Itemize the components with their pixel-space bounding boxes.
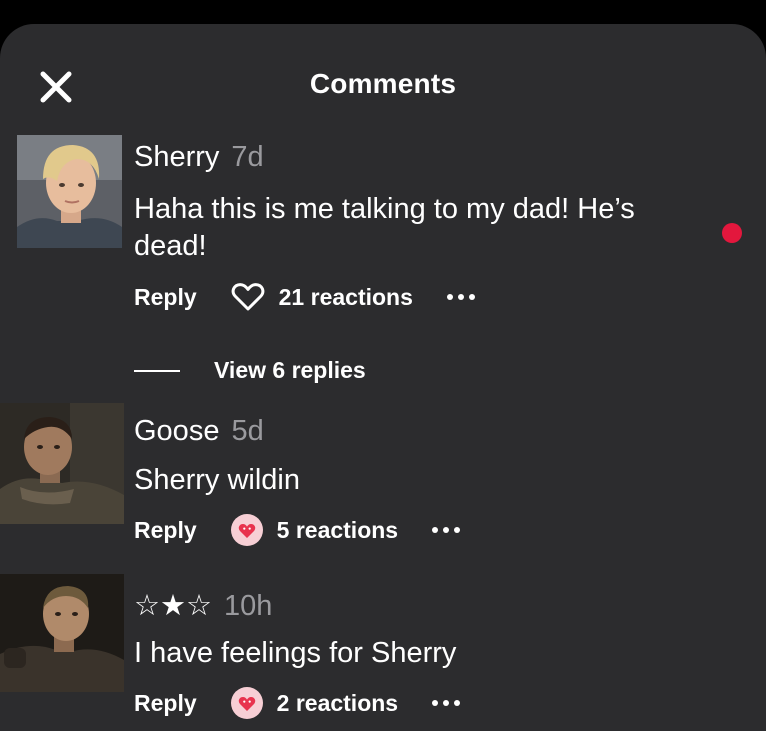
reaction-count[interactable]: 5 reactions	[277, 517, 398, 544]
author-name[interactable]: ☆★☆	[134, 590, 212, 622]
dot	[446, 294, 453, 300]
comment-age: 10h	[224, 590, 273, 622]
heart-outline-icon[interactable]	[231, 282, 265, 312]
divider-line	[134, 369, 180, 372]
reply-button[interactable]: Reply	[134, 690, 197, 717]
comment-header: Sherry 7d	[134, 141, 264, 174]
more-options-button[interactable]	[446, 294, 475, 300]
comment-header: Goose 5d	[134, 415, 264, 448]
dot	[443, 527, 450, 533]
dot	[457, 294, 464, 300]
avatar-third-user[interactable]	[0, 574, 124, 692]
dot	[468, 294, 475, 300]
dot	[454, 527, 461, 533]
reaction-count[interactable]: 2 reactions	[277, 690, 398, 717]
author-name[interactable]: Sherry	[134, 141, 219, 173]
more-options-button[interactable]	[432, 700, 461, 706]
dot	[454, 700, 461, 706]
reaction-count[interactable]: 21 reactions	[279, 284, 413, 311]
dot	[443, 700, 450, 706]
heart-badge-icon[interactable]	[230, 687, 263, 719]
comment-header: ☆★☆ 10h	[134, 588, 272, 623]
view-replies-button[interactable]: View 6 replies	[134, 357, 366, 384]
comment-actions: Reply 21 reactions	[134, 280, 475, 314]
comment-text-line: dead!	[134, 230, 207, 262]
comment-age: 7d	[231, 141, 264, 173]
comment-text-line: Haha this is me talking to my dad! He’s	[134, 193, 635, 225]
comment-text: Haha this is me talking to my dad! He’s …	[134, 191, 635, 265]
comment-text: Sherry wildin	[134, 464, 300, 496]
author-name[interactable]: Goose	[134, 415, 219, 447]
comments-sheet: Comments Sherry 7d Haha this is me talkin…	[0, 24, 766, 731]
more-options-button[interactable]	[432, 527, 461, 533]
comment-actions: Reply 2 reactions	[134, 686, 461, 720]
reply-button[interactable]: Reply	[134, 517, 197, 544]
dot	[432, 527, 439, 533]
avatar-goose[interactable]	[0, 403, 124, 524]
heart-badge-icon[interactable]	[230, 514, 263, 546]
comment-text: I have feelings for Sherry	[134, 637, 457, 669]
comment-age: 5d	[231, 415, 264, 447]
reply-button[interactable]: Reply	[134, 284, 197, 311]
page-title: Comments	[309, 68, 457, 99]
view-replies-label: View 6 replies	[214, 357, 366, 383]
avatar-sherry[interactable]	[17, 135, 122, 248]
unread-indicator	[722, 223, 742, 243]
comment-actions: Reply 5 reactions	[134, 513, 461, 547]
dot	[432, 700, 439, 706]
